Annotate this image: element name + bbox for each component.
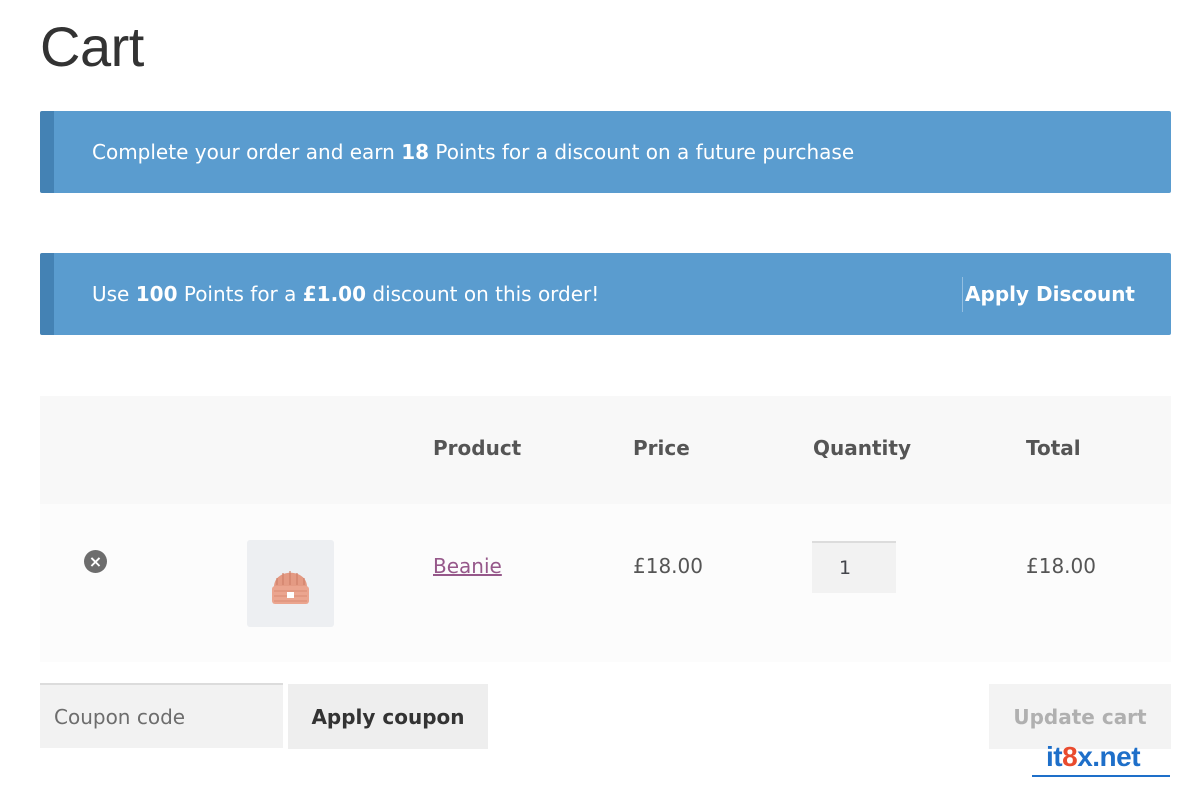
page-title: Cart xyxy=(40,15,144,78)
cart-item-row: × Beanie £18.00 £18.00 xyxy=(40,504,1171,662)
notice-divider xyxy=(962,277,963,312)
column-header-product: Product xyxy=(433,436,522,460)
points-redeem-notice: Use 100 Points for a £1.00 discount on t… xyxy=(40,253,1171,335)
column-header-quantity: Quantity xyxy=(813,436,911,460)
points-redeem-message: Use 100 Points for a £1.00 discount on t… xyxy=(92,282,600,306)
update-cart-button[interactable]: Update cart xyxy=(989,684,1171,749)
product-subtotal: £18.00 xyxy=(1026,554,1096,578)
product-price: £18.00 xyxy=(633,554,703,578)
cart-table-header: Product Price Quantity Total xyxy=(40,396,1171,504)
beanie-icon xyxy=(272,571,309,604)
column-header-price: Price xyxy=(633,436,690,460)
apply-coupon-button[interactable]: Apply coupon xyxy=(288,684,488,749)
redeem-points-value: 100 xyxy=(135,282,178,306)
coupon-code-input[interactable] xyxy=(40,683,283,748)
points-earn-message: Complete your order and earn 18 Points f… xyxy=(92,140,855,164)
cart-table: Product Price Quantity Total × Beanie £1… xyxy=(40,396,1171,662)
apply-discount-button[interactable]: Apply Discount xyxy=(965,253,1135,335)
earn-points-value: 18 xyxy=(401,140,430,164)
redeem-discount-amount: £1.00 xyxy=(302,282,367,306)
product-thumbnail[interactable] xyxy=(247,540,334,627)
column-header-total: Total xyxy=(1026,436,1081,460)
product-name-link[interactable]: Beanie xyxy=(433,554,502,578)
points-earn-notice: Complete your order and earn 18 Points f… xyxy=(40,111,1171,193)
quantity-input[interactable] xyxy=(812,541,896,593)
watermark-underline xyxy=(1032,775,1170,777)
remove-circle-icon[interactable]: × xyxy=(84,550,107,573)
watermark-logo: it8x.net xyxy=(1032,742,1172,778)
